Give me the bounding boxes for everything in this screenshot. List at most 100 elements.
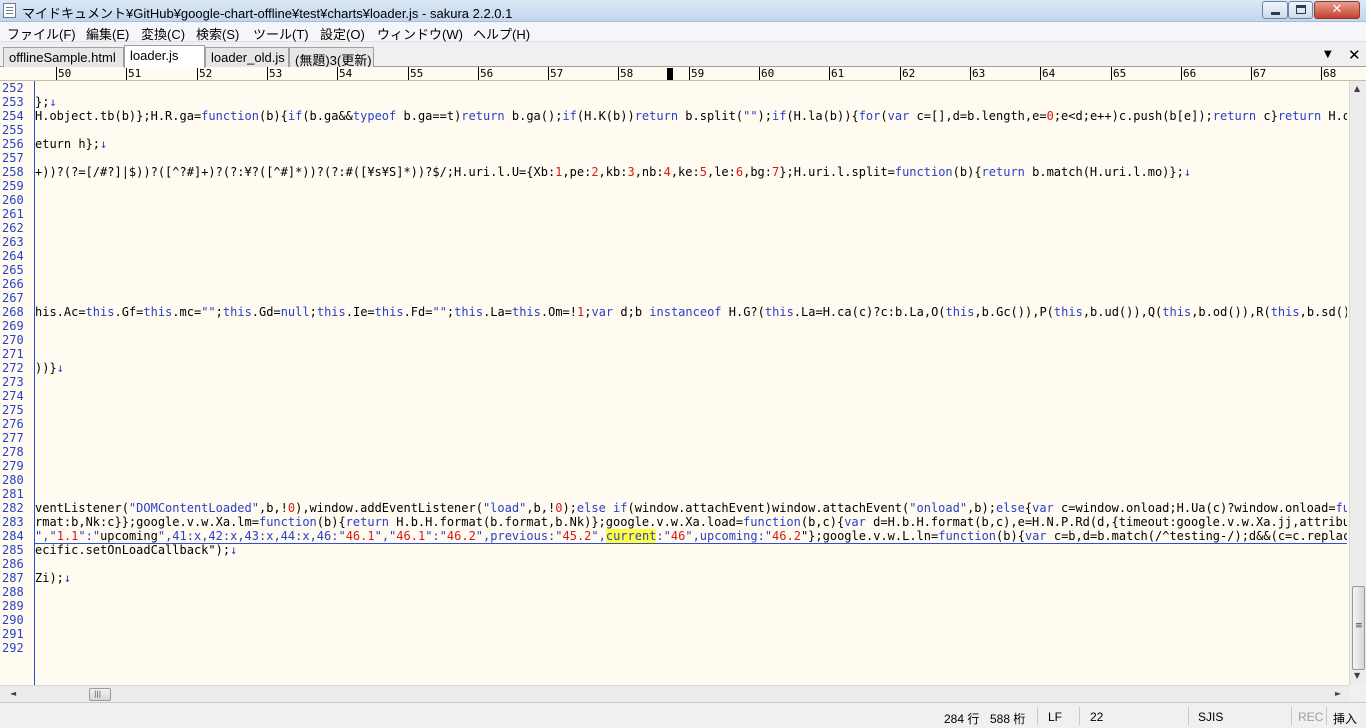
ruler-mark: 60 [759,67,775,80]
vertical-scrollbar[interactable]: ▲ ≡ ▼ [1349,81,1366,685]
code-line[interactable]: 276 [0,417,1349,431]
line-text[interactable]: his.Ac=this.Gf=this.mc="";this.Gd=null;t… [35,305,1347,319]
code-line[interactable]: 288 [0,585,1349,599]
line-text[interactable]: ventListener("DOMContentLoaded",b,!0),wi… [35,501,1347,515]
code-line[interactable]: 261 [0,207,1349,221]
code-line[interactable]: 272))}↓ [0,361,1349,375]
line-number: 252 [2,81,24,95]
line-text[interactable]: Zi);↓ [35,571,1347,585]
menu-file[interactable]: ファイル(F) [7,24,76,43]
code-line[interactable]: 273 [0,375,1349,389]
menu-tools[interactable]: ツール(T) [253,24,309,43]
menu-convert[interactable]: 変換(C) [141,24,185,43]
ruler-mark: 51 [126,67,142,80]
code-line[interactable]: 291 [0,627,1349,641]
code-line[interactable]: 274 [0,389,1349,403]
line-number: 278 [2,445,24,459]
tab-offlinesample-html[interactable]: offlineSample.html [3,47,124,67]
scroll-right-icon[interactable]: ► [1335,689,1341,698]
line-text[interactable]: eturn h};↓ [35,137,1347,151]
code-line[interactable]: 253};↓ [0,95,1349,109]
code-line[interactable]: 282 ventListener("DOMContentLoaded",b,!0)… [0,501,1349,515]
code-line[interactable]: 260 [0,193,1349,207]
code-editor[interactable]: 252 253};↓ 254 H.object.tb(b)};H.R.ga=funct… [0,81,1349,685]
line-number: 284 [2,529,24,543]
ruler-mark: 64 [1040,67,1056,80]
scroll-left-icon[interactable]: ◄ [10,689,16,698]
line-text[interactable]: +))?(?=[/#?]|$))?([^?#]+)?(?:¥?([^#]*))?… [35,165,1347,179]
column-ruler[interactable]: 50 51 52 53 54 55 56 57 58 59 60 61 62 63 64 65 66 67 68 [0,67,1366,81]
line-number: 268 [2,305,24,319]
status-encoding[interactable]: SJIS [1198,710,1223,724]
code-line[interactable]: 254 H.object.tb(b)};H.R.ga=function(b){if… [0,109,1349,123]
code-line[interactable]: 280 [0,473,1349,487]
code-line[interactable]: 278 [0,445,1349,459]
line-number: 276 [2,417,24,431]
maximize-button[interactable] [1288,1,1313,19]
code-line[interactable]: 283 rmat:b,Nk:c}};google.v.w.Xa.lm=functi… [0,515,1349,529]
line-number: 281 [2,487,24,501]
code-line[interactable]: 279 [0,459,1349,473]
code-line[interactable]: 266 [0,277,1349,291]
code-line[interactable]: 258 +))?(?=[/#?]|$))?([^?#]+)?(?:¥?([^#]*… [0,165,1349,179]
menu-search[interactable]: 検索(S) [196,24,239,43]
menu-help[interactable]: ヘルプ(H) [473,24,530,43]
code-line[interactable]: 256 eturn h};↓ [0,137,1349,151]
vertical-scroll-thumb[interactable]: ≡ [1352,586,1365,670]
horizontal-scroll-thumb[interactable]: ||| [89,688,111,701]
status-insert-mode[interactable]: 挿入 [1333,710,1357,727]
close-window-button[interactable]: ✕ [1314,1,1360,19]
menu-window[interactable]: ウィンドウ(W) [377,24,463,43]
hgrip-icon: ||| [94,690,102,698]
menu-edit[interactable]: 編集(E) [86,24,129,43]
code-line[interactable]: 286 [0,557,1349,571]
scroll-up-icon[interactable]: ▲ [1354,84,1360,93]
status-column: 588 桁 [990,712,1026,726]
tab-untitled-3[interactable]: (無題)3(更新) [289,47,374,68]
code-line[interactable]: 271 [0,347,1349,361]
code-line[interactable]: 268 his.Ac=this.Gf=this.mc="";this.Gd=nul… [0,305,1349,319]
minimize-button[interactable] [1262,1,1288,19]
line-text[interactable]: };↓ [35,95,1347,109]
line-text[interactable]: H.object.tb(b)};H.R.ga=function(b){if(b.… [35,109,1347,123]
code-line[interactable]: 281 [0,487,1349,501]
line-text[interactable]: ","1.1":"upcoming",41:x,42:x,43:x,44:x,4… [35,529,1347,544]
code-line[interactable]: 292 [0,641,1349,655]
ruler-mark: 62 [900,67,916,80]
line-number: 266 [2,277,24,291]
code-line[interactable]: 285 ecific.setOnLoadCallback");↓ [0,543,1349,557]
minimize-icon [1271,12,1280,15]
code-line[interactable]: 252 [0,81,1349,95]
code-line[interactable]: 277 [0,431,1349,445]
code-line[interactable]: 264 [0,249,1349,263]
code-line[interactable]: 257 [0,151,1349,165]
line-text[interactable]: ecific.setOnLoadCallback");↓ [35,543,1347,557]
ruler-mark: 54 [337,67,353,80]
code-line[interactable]: 267 [0,291,1349,305]
menu-settings[interactable]: 設定(O) [320,24,365,43]
tab-loader-old-js[interactable]: loader_old.js [205,47,289,67]
code-line[interactable]: 259 [0,179,1349,193]
line-text[interactable]: rmat:b,Nk:c}};google.v.w.Xa.lm=function(… [35,515,1347,529]
code-line[interactable]: 262 [0,221,1349,235]
tab-bar: offlineSample.html loader.js loader_old.… [0,42,1366,68]
close-icon: ✕ [1331,2,1343,17]
code-line[interactable]: 275 [0,403,1349,417]
code-line[interactable]: 284 ","1.1":"upcoming",41:x,42:x,43:x,44:… [0,529,1349,544]
code-line[interactable]: 289 [0,599,1349,613]
tab-list-dropdown-icon[interactable]: ▼ [1324,49,1332,60]
sakura-editor-window: マイドキュメント¥GitHub¥google-chart-offline¥tes… [0,0,1366,728]
code-line[interactable]: 255 [0,123,1349,137]
code-line[interactable]: 287 Zi);↓ [0,571,1349,585]
code-line[interactable]: 270 [0,333,1349,347]
close-tab-icon[interactable]: ✕ [1348,46,1361,64]
code-line[interactable]: 265 [0,263,1349,277]
line-text[interactable]: ))}↓ [35,361,1347,375]
horizontal-scrollbar[interactable]: ◄ ||| ► [0,685,1349,702]
code-line[interactable]: 269 [0,319,1349,333]
scroll-down-icon[interactable]: ▼ [1354,671,1360,680]
code-line[interactable]: 290 [0,613,1349,627]
title-bar[interactable]: マイドキュメント¥GitHub¥google-chart-offline¥tes… [0,0,1366,22]
tab-loader-js[interactable]: loader.js [124,45,205,68]
code-line[interactable]: 263 [0,235,1349,249]
